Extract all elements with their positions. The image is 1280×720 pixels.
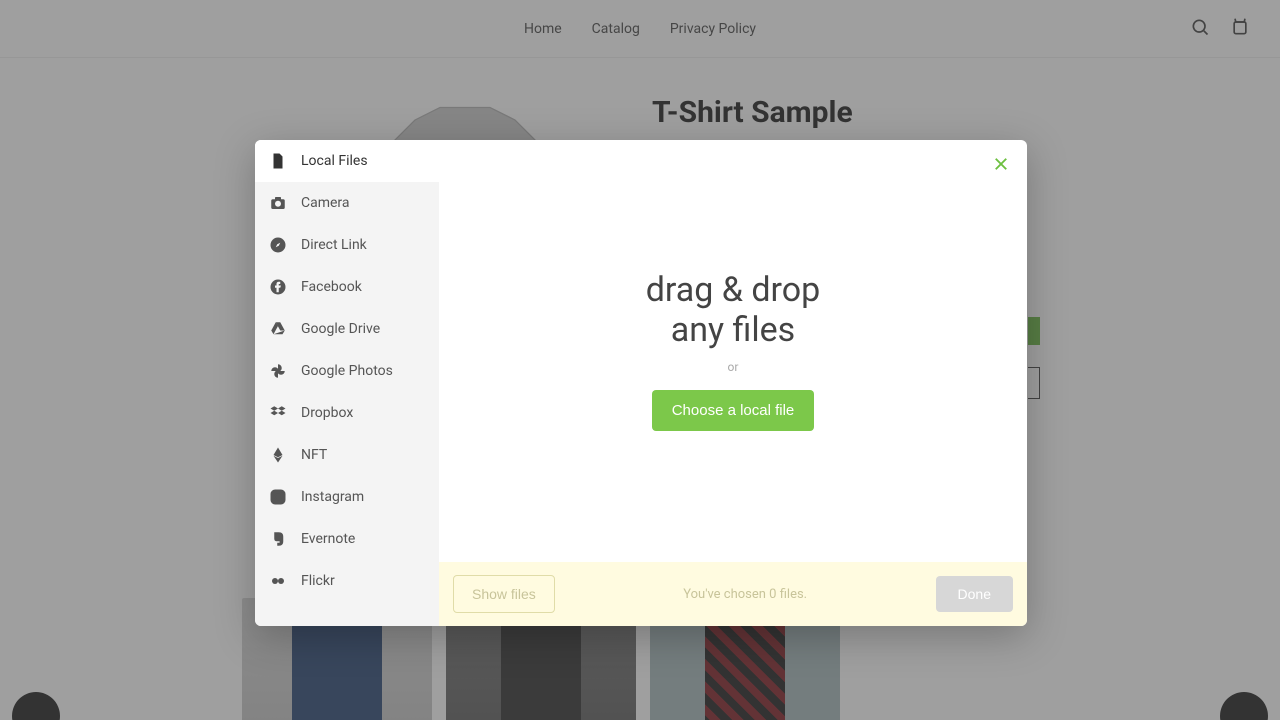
upload-modal: Local Files Camera Direct Link Facebook … (255, 140, 1027, 626)
sidebar-item-flickr[interactable]: Flickr (255, 560, 439, 602)
drop-title-line1: drag & drop (646, 270, 820, 310)
sidebar-item-evernote[interactable]: Evernote (255, 518, 439, 560)
sidebar-item-label: Flickr (301, 573, 335, 589)
sidebar-item-label: Facebook (301, 279, 362, 295)
choose-local-file-button[interactable]: Choose a local file (652, 390, 815, 431)
sidebar-item-local-files[interactable]: Local Files (255, 140, 439, 182)
sidebar-item-label: Direct Link (301, 237, 367, 253)
drop-zone[interactable]: drag & drop any files or Choose a local … (439, 140, 1027, 562)
google-drive-icon (269, 320, 287, 338)
compass-icon (269, 236, 287, 254)
sidebar-item-nft[interactable]: NFT (255, 434, 439, 476)
sidebar-item-facebook[interactable]: Facebook (255, 266, 439, 308)
evernote-icon (269, 530, 287, 548)
sidebar-item-label: NFT (301, 447, 327, 463)
drop-title: drag & drop any files (646, 271, 820, 349)
file-icon (269, 152, 287, 170)
chosen-files-status: You've chosen 0 files. (683, 587, 807, 602)
instagram-icon (269, 488, 287, 506)
ethereum-icon (269, 446, 287, 464)
sidebar-item-label: Dropbox (301, 405, 353, 421)
close-button[interactable] (989, 154, 1013, 178)
sidebar-item-label: Instagram (301, 489, 364, 505)
upload-source-sidebar: Local Files Camera Direct Link Facebook … (255, 140, 439, 626)
facebook-icon (269, 278, 287, 296)
or-separator: or (728, 360, 739, 374)
sidebar-item-label: Google Drive (301, 321, 380, 337)
drop-title-line2: any files (671, 310, 795, 350)
sidebar-item-instagram[interactable]: Instagram (255, 476, 439, 518)
sidebar-item-label: Camera (301, 195, 350, 211)
dropbox-icon (269, 404, 287, 422)
sidebar-item-direct-link[interactable]: Direct Link (255, 224, 439, 266)
upload-main-panel: drag & drop any files or Choose a local … (439, 140, 1027, 626)
close-icon (992, 155, 1010, 177)
upload-footer: Show files You've chosen 0 files. Done (439, 562, 1027, 626)
flickr-icon (269, 572, 287, 590)
done-button[interactable]: Done (936, 576, 1013, 612)
sidebar-item-google-photos[interactable]: Google Photos (255, 350, 439, 392)
sidebar-item-camera[interactable]: Camera (255, 182, 439, 224)
sidebar-item-label: Evernote (301, 531, 355, 547)
sidebar-item-label: Local Files (301, 153, 368, 169)
google-photos-icon (269, 362, 287, 380)
sidebar-item-label: Google Photos (301, 363, 393, 379)
camera-icon (269, 194, 287, 212)
sidebar-item-google-drive[interactable]: Google Drive (255, 308, 439, 350)
show-files-button[interactable]: Show files (453, 575, 555, 613)
sidebar-item-dropbox[interactable]: Dropbox (255, 392, 439, 434)
